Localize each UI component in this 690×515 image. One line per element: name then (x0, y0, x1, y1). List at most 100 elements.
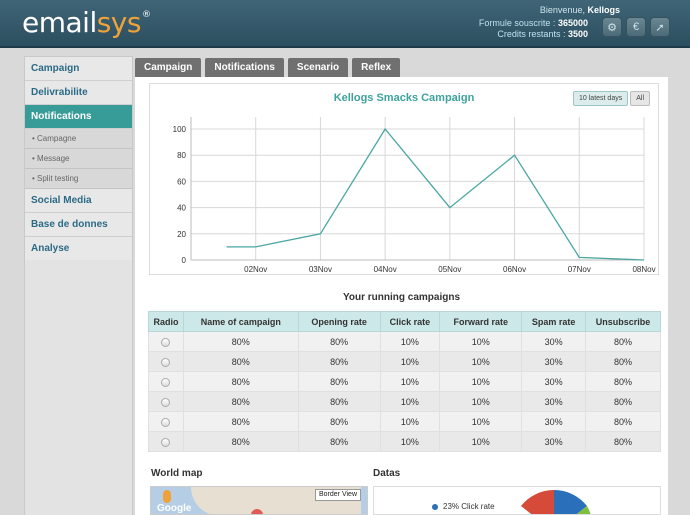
table-row: 80% 80% 10% 10% 30% 80% (148, 371, 661, 392)
pegman-icon[interactable] (163, 490, 171, 503)
campaign-radio[interactable] (161, 397, 171, 407)
table-cell: 30% (521, 431, 587, 452)
tab-bar: Campaign Notifications Scenario Reflex (135, 58, 401, 77)
table-cell: 80% (585, 411, 661, 432)
y-tick-label: 0 (182, 256, 187, 265)
x-tick-label: 07Nov (568, 265, 591, 274)
sidebar-subitem-campagne[interactable]: • Campagne (25, 129, 132, 149)
table-cell: 80% (182, 331, 299, 352)
table-cell: 10% (439, 351, 523, 372)
campaign-radio[interactable] (161, 377, 171, 387)
table-cell: 30% (521, 391, 587, 412)
table-row: 80% 80% 10% 10% 30% 80% (148, 331, 661, 352)
world-map[interactable]: Google Border View (150, 486, 368, 515)
radio-cell (148, 331, 184, 352)
sidebar-item-campaign[interactable]: Campaign (25, 57, 132, 81)
x-tick-label: 03Nov (309, 265, 332, 274)
y-tick-label: 40 (177, 204, 186, 213)
table-cell: 10% (439, 391, 523, 412)
table-cell: 80% (297, 371, 381, 392)
y-tick-label: 60 (177, 177, 186, 186)
table-cell: 80% (585, 371, 661, 392)
campaigns-table: Radio Name of campaign Opening rate Click r… (148, 311, 661, 452)
tab-reflex[interactable]: Reflex (352, 58, 401, 77)
table-cell: 30% (521, 351, 587, 372)
datas-title: Datas (373, 468, 401, 479)
username: Kellogs (587, 5, 620, 15)
currency-icon[interactable]: € (626, 17, 646, 37)
radio-cell (148, 391, 184, 412)
sidebar-item-notifications[interactable]: Notifications (25, 105, 132, 129)
table-cell: 80% (297, 431, 381, 452)
campaign-radio[interactable] (161, 357, 171, 367)
sidebar-item-analyse[interactable]: Analyse (25, 237, 132, 261)
table-row: 80% 80% 10% 10% 30% 80% (148, 431, 661, 452)
table-cell: 10% (439, 371, 523, 392)
pie-slice-red (521, 490, 554, 514)
table-row: 80% 80% 10% 10% 30% 80% (148, 391, 661, 412)
campaign-radio[interactable] (161, 417, 171, 427)
column-header: Opening rate (297, 311, 381, 332)
campaign-chart: 0 20 40 60 80 100 02Nov 03Nov 04Nov 05Nov 06Nov 07N… (149, 83, 659, 275)
gear-icon[interactable]: ⚙ (602, 17, 622, 37)
sidebar-item-delivrabilite[interactable]: Delivrabilite (25, 81, 132, 105)
table-cell: 10% (379, 351, 441, 372)
table-cell: 10% (379, 371, 441, 392)
welcome-text: Bienvenue, Kellogs (539, 5, 620, 15)
sidebar-subitem-split-testing[interactable]: • Split testing (25, 169, 132, 189)
table-cell: 80% (585, 431, 661, 452)
column-header: Click rate (379, 311, 441, 332)
x-tick-label: 04Nov (374, 265, 397, 274)
table-cell: 80% (182, 351, 299, 372)
column-header: Unsubscribe (585, 311, 661, 332)
table-cell: 30% (521, 371, 587, 392)
table-cell: 10% (379, 391, 441, 412)
map-marker-icon[interactable] (251, 509, 263, 514)
tab-scenario[interactable]: Scenario (287, 58, 349, 77)
table-cell: 80% (585, 351, 661, 372)
sidebar-item-social-media[interactable]: Social Media (25, 189, 132, 213)
table-cell: 80% (585, 391, 661, 412)
radio-cell (148, 371, 184, 392)
table-cell: 80% (182, 411, 299, 432)
tab-campaign[interactable]: Campaign (135, 58, 202, 77)
latest-days-button[interactable]: 10 latest days (573, 91, 629, 106)
table-cell: 10% (439, 331, 523, 352)
table-cell: 80% (297, 391, 381, 412)
header: emailsys® Bienvenue, Kellogs Formule sou… (0, 0, 690, 48)
radio-cell (148, 351, 184, 372)
emailsys-logo[interactable]: emailsys® (22, 6, 151, 39)
campaign-radio[interactable] (161, 437, 171, 447)
map-provider-logo: Google (157, 503, 192, 514)
table-cell: 10% (379, 411, 441, 432)
table-cell: 80% (585, 331, 661, 352)
x-tick-label: 08Nov (632, 265, 655, 274)
sidebar-item-base-de-donnes[interactable]: Base de donnes (25, 213, 132, 237)
column-header: Forward rate (439, 311, 523, 332)
table-cell: 10% (439, 431, 523, 452)
table-cell: 80% (297, 411, 381, 432)
all-button[interactable]: All (630, 91, 650, 106)
border-view-button[interactable]: Border View (315, 489, 362, 501)
tab-notifications[interactable]: Notifications (205, 58, 284, 77)
column-header: Radio (148, 311, 184, 332)
line-chart: 0 20 40 60 80 100 02Nov 03Nov 04Nov 05Nov 06Nov 07N… (173, 117, 656, 274)
table-cell: 80% (182, 431, 299, 452)
x-tick-label: 05Nov (438, 265, 461, 274)
y-tick-label: 80 (177, 151, 186, 160)
logout-icon[interactable]: ➚ (650, 17, 670, 37)
campaign-radio[interactable] (161, 337, 171, 347)
world-map-title: World map (151, 468, 203, 479)
radio-cell (148, 431, 184, 452)
sidebar: Campaign Delivrabilite Notifications • C… (24, 56, 133, 262)
pie-chart (521, 490, 591, 514)
column-header: Name of campaign (182, 311, 299, 332)
sidebar-subitem-message[interactable]: • Message (25, 149, 132, 169)
table-cell: 10% (439, 411, 523, 432)
table-cell: 80% (182, 371, 299, 392)
main-panel: 0 20 40 60 80 100 02Nov 03Nov 04Nov 05Nov 06Nov 07N… (135, 77, 668, 515)
sidebar-filler (24, 260, 133, 515)
table-cell: 30% (521, 331, 587, 352)
table-cell: 10% (379, 431, 441, 452)
table-cell: 80% (297, 331, 381, 352)
